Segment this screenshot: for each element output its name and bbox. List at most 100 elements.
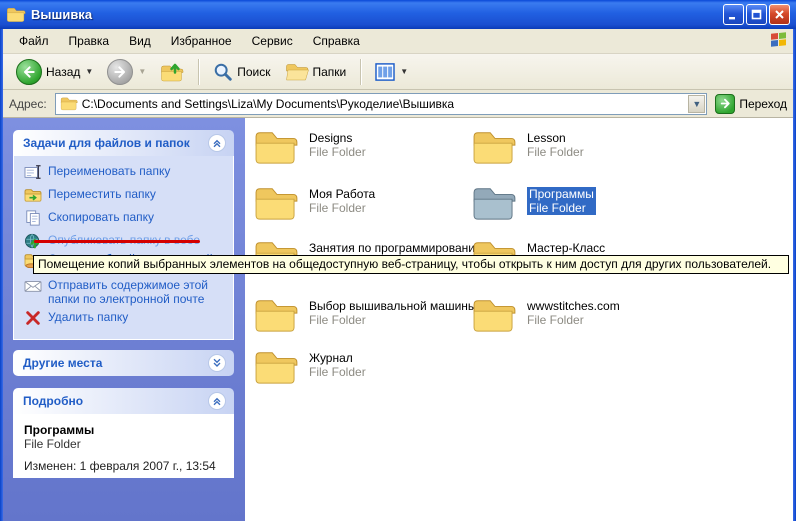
back-dropdown-icon[interactable]: ▼ [85,67,93,76]
folder-item-designs[interactable]: DesignsFile Folder [253,128,465,166]
folder-item-moya-rabota[interactable]: Моя РаботаFile Folder [253,184,465,222]
go-button[interactable]: Переход [715,94,787,114]
content-area: Задачи для файлов и папок Переименовать … [3,118,793,521]
rename-folder-icon [24,164,42,180]
views-icon [375,63,395,81]
folder-name: Выбор вышивальной машины [309,299,477,313]
folder-name: wwwstitches.com [527,299,620,313]
details-panel: Подробно Программы File Folder Изменен: … [13,388,234,478]
address-path: C:\Documents and Settings\Liza\My Docume… [82,97,454,111]
forward-dropdown-icon[interactable]: ▼ [138,67,146,76]
folder-type: File Folder [309,201,375,215]
expand-chevron-icon[interactable] [208,354,226,372]
collapse-chevron-icon[interactable] [208,392,226,410]
menu-edit[interactable]: Правка [59,31,120,51]
details-title: Подробно [23,394,83,408]
views-dropdown-icon[interactable]: ▼ [400,67,408,76]
folder-type: File Folder [527,145,584,159]
go-label: Переход [739,97,787,111]
task-label: Переименовать папку [48,164,220,178]
address-folder-icon [60,96,78,111]
go-icon [715,94,735,114]
details-header[interactable]: Подробно [13,388,234,414]
minimize-button[interactable] [723,4,744,25]
collapse-chevron-icon[interactable] [208,134,226,152]
task-pane: Задачи для файлов и папок Переименовать … [3,118,245,521]
window-folder-icon [6,6,26,23]
folders-icon [285,62,309,82]
maximize-button[interactable] [746,4,767,25]
task-delete-folder[interactable]: Удалить папку [24,310,220,326]
task-copy-folder[interactable]: Скопировать папку [24,210,220,226]
folder-name: Designs [309,131,366,145]
task-rename-folder[interactable]: Переименовать папку [24,164,220,180]
other-places-title: Другие места [23,356,102,370]
folder-item-lesson[interactable]: LessonFile Folder [471,128,683,166]
details-body: Программы File Folder Изменен: 1 февраля… [13,414,234,478]
up-button[interactable] [155,59,189,85]
folder-icon [471,128,517,166]
explorer-window: Вышивка Файл Правка Вид Избранное Сервис… [0,0,796,521]
tasks-panel: Задачи для файлов и папок Переименовать … [13,130,234,340]
red-underline-annotation [34,240,200,243]
folder-icon [253,296,299,334]
task-label: Скопировать папку [48,210,220,224]
menu-tools[interactable]: Сервис [242,31,303,51]
window-titlebar: Вышивка [0,0,796,29]
other-places-header[interactable]: Другие места [13,350,234,376]
folder-icon [253,128,299,166]
standard-toolbar: Назад ▼ ▼ Поиск [3,54,793,90]
address-dropdown-icon[interactable]: ▼ [688,95,705,113]
views-button[interactable]: ▼ [370,61,413,83]
back-button[interactable]: Назад ▼ [11,57,98,87]
folder-item-wwwstitches[interactable]: wwwstitches.comFile Folder [471,296,683,334]
menu-view[interactable]: Вид [119,31,161,51]
task-label: Удалить папку [48,310,220,324]
folders-label: Папки [313,65,347,79]
folder-item-zhurnal[interactable]: ЖурналFile Folder [253,348,465,386]
forward-icon [107,59,133,85]
menu-help[interactable]: Справка [303,31,370,51]
folder-icon [471,296,517,334]
folder-name: Журнал [309,351,366,365]
maximize-icon [751,9,762,20]
tasks-panel-header[interactable]: Задачи для файлов и папок [13,130,234,156]
details-item-name: Программы [24,423,223,437]
task-label: Отправить содержимое этой папки по элект… [48,278,220,306]
folder-type: File Folder [527,313,620,327]
forward-button[interactable]: ▼ [102,57,151,87]
folder-type: File Folder [527,201,596,215]
back-label: Назад [46,65,80,79]
window-border-left [0,0,3,521]
folder-item-vybor-mashiny[interactable]: Выбор вышивальной машиныFile Folder [253,296,465,334]
details-item-modified: Изменен: 1 февраля 2007 г., 13:54 [24,459,223,473]
task-move-folder[interactable]: Переместить папку [24,187,220,203]
folder-type: File Folder [309,313,477,327]
move-folder-icon [24,187,42,203]
up-folder-icon [160,61,184,83]
folders-button[interactable]: Папки [280,60,352,84]
window-title: Вышивка [31,7,723,22]
folder-type: File Folder [309,145,366,159]
close-icon [774,9,785,20]
address-label: Адрес: [9,97,47,111]
folder-item-programmy-selected[interactable]: ПрограммыFile Folder [471,184,683,222]
publish-task-tooltip: Помещение копий выбранных элементов на о… [33,255,789,274]
search-label: Поиск [237,65,270,79]
other-places-panel: Другие места [13,350,234,376]
menu-file[interactable]: Файл [9,31,59,51]
toolbar-separator [198,59,199,85]
menu-favorites[interactable]: Избранное [161,31,242,51]
toolbar-separator [360,59,361,85]
windows-logo-icon [769,30,789,53]
close-button[interactable] [769,4,790,25]
search-button[interactable]: Поиск [208,60,275,84]
task-label: Переместить папку [48,187,220,201]
folder-name: Занятия по программированию [309,241,484,255]
delete-icon [24,310,42,326]
task-email-folder[interactable]: Отправить содержимое этой папки по элект… [24,278,220,306]
folder-icon [253,184,299,222]
folder-name: Программы [527,187,596,201]
tasks-panel-title: Задачи для файлов и папок [23,136,190,150]
address-input[interactable]: C:\Documents and Settings\Liza\My Docume… [55,93,708,115]
